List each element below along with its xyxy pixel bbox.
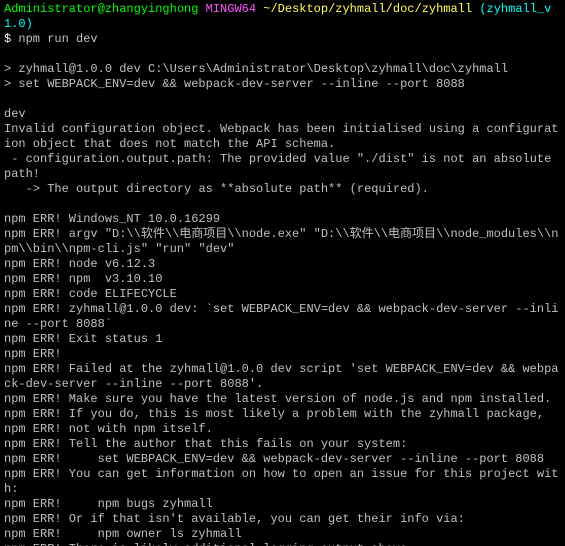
output-line: npm ERR! Tell the author that this fails…: [4, 437, 407, 451]
output-line: - configuration.output.path: The provide…: [4, 152, 559, 181]
prompt-dollar: $: [4, 32, 11, 46]
output-line: npm ERR! set WEBPACK_ENV=dev && webpack-…: [4, 452, 544, 466]
output-line: npm ERR! npm owner ls zyhmall: [4, 527, 242, 541]
prompt-user: Administrator@zhangyinghong: [4, 2, 198, 16]
output-line: npm ERR!: [4, 347, 62, 361]
output-line: npm ERR! You can get information on how …: [4, 467, 559, 496]
output-line: npm ERR! Exit status 1: [4, 332, 162, 346]
output-line: npm ERR! not with npm itself.: [4, 422, 213, 436]
output-line: npm ERR! zyhmall@1.0.0 dev: `set WEBPACK…: [4, 302, 559, 331]
output-line: npm ERR! Make sure you have the latest v…: [4, 392, 551, 406]
output-line: dev: [4, 107, 26, 121]
output-line: npm ERR! npm v3.10.10: [4, 272, 162, 286]
output-line: npm ERR! Windows_NT 10.0.16299: [4, 212, 220, 226]
output-line: > zyhmall@1.0.0 dev C:\Users\Administrat…: [4, 62, 508, 76]
output-line: npm ERR! There is likely additional logg…: [4, 542, 414, 546]
command-text: npm run dev: [18, 32, 97, 46]
output-line: npm ERR! Failed at the zyhmall@1.0.0 dev…: [4, 362, 559, 391]
terminal-output[interactable]: Administrator@zhangyinghong MINGW64 ~/De…: [0, 0, 565, 546]
output-line: Invalid configuration object. Webpack ha…: [4, 122, 559, 151]
output-line: npm ERR! Or if that isn't available, you…: [4, 512, 465, 526]
output-line: npm ERR! node v6.12.3: [4, 257, 155, 271]
output-line: npm ERR! npm bugs zyhmall: [4, 497, 213, 511]
output-line: -> The output directory as **absolute pa…: [4, 182, 429, 196]
output-line: > set WEBPACK_ENV=dev && webpack-dev-ser…: [4, 77, 465, 91]
prompt-cwd: ~/Desktop/zyhmall/doc/zyhmall: [263, 2, 472, 16]
prompt-shell: MINGW64: [206, 2, 256, 16]
output-line: npm ERR! code ELIFECYCLE: [4, 287, 177, 301]
output-line: npm ERR! argv "D:\\软件\\电商项目\\node.exe" "…: [4, 227, 558, 256]
output-line: npm ERR! If you do, this is most likely …: [4, 407, 544, 421]
